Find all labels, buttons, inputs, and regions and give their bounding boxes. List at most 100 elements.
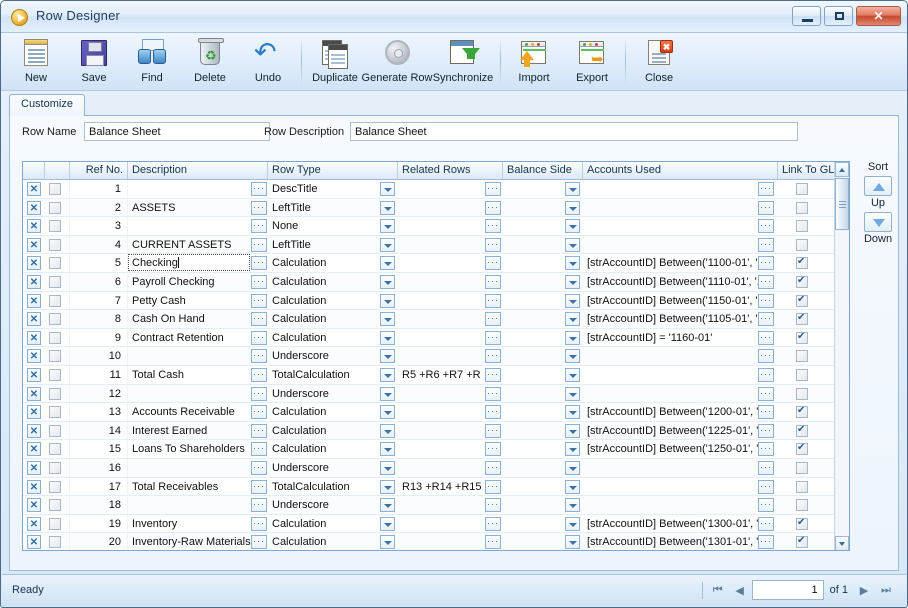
row-select-cell[interactable] xyxy=(45,347,70,366)
description-ellipsis-button[interactable]: ··· xyxy=(251,368,267,382)
related-rows-ellipsis-button[interactable]: ··· xyxy=(485,461,501,475)
balance-side-dropdown-button[interactable] xyxy=(565,386,580,401)
table-row[interactable]: ✕ 1 ··· DescTitle ··· ··· xyxy=(23,180,849,199)
cell-balance-side[interactable] xyxy=(503,180,565,198)
cell-balance-side[interactable] xyxy=(503,440,565,458)
accounts-used-ellipsis-button[interactable]: ··· xyxy=(758,479,774,494)
row-delete-button[interactable]: ✕ xyxy=(27,516,41,531)
row-select-checkbox[interactable] xyxy=(49,220,61,233)
description-ellipsis-button[interactable]: ··· xyxy=(251,312,267,327)
sort-up-button[interactable] xyxy=(864,176,892,196)
accounts-used-ellipsis-button[interactable]: ··· xyxy=(758,386,774,401)
accounts-used-ellipsis-button[interactable]: ··· xyxy=(758,293,774,308)
cell-row-type[interactable]: Calculation xyxy=(268,440,380,458)
row-type-dropdown-button[interactable] xyxy=(380,405,395,420)
previous-record-button[interactable]: ◀ xyxy=(730,580,750,600)
grid-header-row-type[interactable]: Row Type xyxy=(268,162,398,179)
row-select-cell[interactable] xyxy=(45,198,70,217)
row-select-cell[interactable] xyxy=(45,496,70,515)
row-select-cell[interactable] xyxy=(45,254,70,273)
cell-balance-side[interactable] xyxy=(503,515,565,533)
toolbar-button-import[interactable]: Import xyxy=(505,33,563,89)
cell-description[interactable]: Total Cash xyxy=(128,366,268,384)
description-ellipsis-button[interactable]: ··· xyxy=(251,293,267,308)
toolbar-button-synchronize[interactable]: Synchronize xyxy=(430,33,496,89)
row-type-dropdown-button[interactable] xyxy=(380,349,395,364)
cell-ref-no[interactable]: 5 xyxy=(70,254,128,273)
related-rows-ellipsis-button[interactable]: ··· xyxy=(485,368,501,382)
grid-vertical-scrollbar[interactable] xyxy=(834,162,849,550)
row-type-dropdown-button[interactable] xyxy=(380,479,395,494)
table-row[interactable]: ✕ 13 Accounts Receivable ··· Calculation ···[… xyxy=(23,403,849,422)
table-row[interactable]: ✕ 11 Total Cash ··· TotalCalculation R5 +R6 +… xyxy=(23,366,849,385)
row-select-checkbox[interactable] xyxy=(49,294,61,307)
row-delete-button[interactable]: ✕ xyxy=(27,535,41,550)
row-select-cell[interactable] xyxy=(45,366,70,384)
table-row[interactable]: ✕ 20 Inventory-Raw Materials ··· Calculation… xyxy=(23,533,849,550)
row-delete-button[interactable]: ✕ xyxy=(27,386,41,401)
cell-description[interactable]: Cash On Hand xyxy=(128,310,268,328)
cell-related-rows[interactable]: R13 +R14 +R15 xyxy=(398,478,485,496)
cell-row-type[interactable]: TotalCalculation xyxy=(268,478,380,496)
row-delete-button[interactable]: ✕ xyxy=(27,349,41,364)
next-record-button[interactable]: ▶ xyxy=(854,580,874,600)
accounts-used-ellipsis-button[interactable]: ··· xyxy=(758,498,774,513)
row-delete-button[interactable]: ✕ xyxy=(27,423,41,438)
row-type-dropdown-button[interactable] xyxy=(380,200,395,215)
row-type-dropdown-button[interactable] xyxy=(380,516,395,531)
cell-description[interactable]: Loans To Shareholders xyxy=(128,440,268,458)
row-select-checkbox[interactable] xyxy=(49,443,61,456)
row-delete-button[interactable]: ✕ xyxy=(27,219,41,234)
description-ellipsis-button[interactable]: ··· xyxy=(251,498,267,513)
cell-balance-side[interactable] xyxy=(503,366,565,384)
cell-link-to-gl[interactable] xyxy=(778,254,836,272)
related-rows-ellipsis-button[interactable]: ··· xyxy=(485,516,501,531)
cell-related-rows[interactable] xyxy=(398,459,485,477)
row-select-checkbox[interactable] xyxy=(49,499,61,512)
row-name-input[interactable] xyxy=(84,122,270,141)
cell-description[interactable] xyxy=(128,180,268,198)
row-type-dropdown-button[interactable] xyxy=(380,219,395,234)
grid-header-delete[interactable] xyxy=(23,162,45,179)
cell-link-to-gl[interactable] xyxy=(778,273,836,291)
row-select-checkbox[interactable] xyxy=(49,276,61,288)
cell-link-to-gl[interactable] xyxy=(778,440,836,458)
row-delete-button[interactable]: ✕ xyxy=(27,479,41,494)
grid-header-accounts-used[interactable]: Accounts Used xyxy=(583,162,778,179)
row-delete-button[interactable]: ✕ xyxy=(27,275,41,289)
cell-related-rows[interactable] xyxy=(398,236,485,254)
last-record-button[interactable]: ⏭ xyxy=(876,580,896,600)
accounts-used-ellipsis-button[interactable]: ··· xyxy=(758,535,774,550)
grid-header-ref-no[interactable]: Ref No. xyxy=(70,162,128,179)
cell-description[interactable]: Accounts Receivable xyxy=(128,403,268,421)
balance-side-dropdown-button[interactable] xyxy=(565,200,580,215)
minimize-button[interactable] xyxy=(792,6,821,26)
cell-ref-no[interactable]: 19 xyxy=(70,514,128,533)
cell-description[interactable]: Inventory xyxy=(128,515,268,533)
cell-accounts-used[interactable] xyxy=(583,180,758,198)
balance-side-dropdown-button[interactable] xyxy=(565,442,580,457)
cell-row-type[interactable]: Underscore xyxy=(268,459,380,477)
row-select-checkbox[interactable] xyxy=(49,331,61,344)
cell-link-to-gl[interactable] xyxy=(778,385,836,403)
row-delete-button[interactable]: ✕ xyxy=(27,200,41,215)
table-row[interactable]: ✕ 3 ··· None ··· ··· xyxy=(23,217,849,236)
table-row[interactable]: ✕ 19 Inventory ··· Calculation ··· [strAccount… xyxy=(23,514,849,534)
cell-related-rows[interactable] xyxy=(398,515,485,533)
cell-accounts-used[interactable]: [strAccountID] Between('1150-01', '11 xyxy=(583,292,758,310)
cell-link-to-gl[interactable] xyxy=(778,422,836,440)
cell-description[interactable] xyxy=(128,347,268,365)
first-record-button[interactable]: ⏮ xyxy=(708,580,728,600)
row-type-dropdown-button[interactable] xyxy=(380,461,395,475)
cell-balance-side[interactable] xyxy=(503,533,565,550)
description-ellipsis-button[interactable]: ··· xyxy=(251,200,267,215)
cell-related-rows[interactable] xyxy=(398,180,485,198)
toolbar-button-new[interactable]: New xyxy=(7,33,65,89)
cell-balance-side[interactable] xyxy=(503,478,565,496)
row-type-dropdown-button[interactable] xyxy=(380,312,395,327)
cell-row-type[interactable]: LeftTitle xyxy=(268,199,380,217)
description-ellipsis-button[interactable]: ··· xyxy=(251,349,267,364)
cell-ref-no[interactable]: 20 xyxy=(70,533,128,550)
cell-balance-side[interactable] xyxy=(503,459,565,477)
related-rows-ellipsis-button[interactable]: ··· xyxy=(485,275,501,289)
